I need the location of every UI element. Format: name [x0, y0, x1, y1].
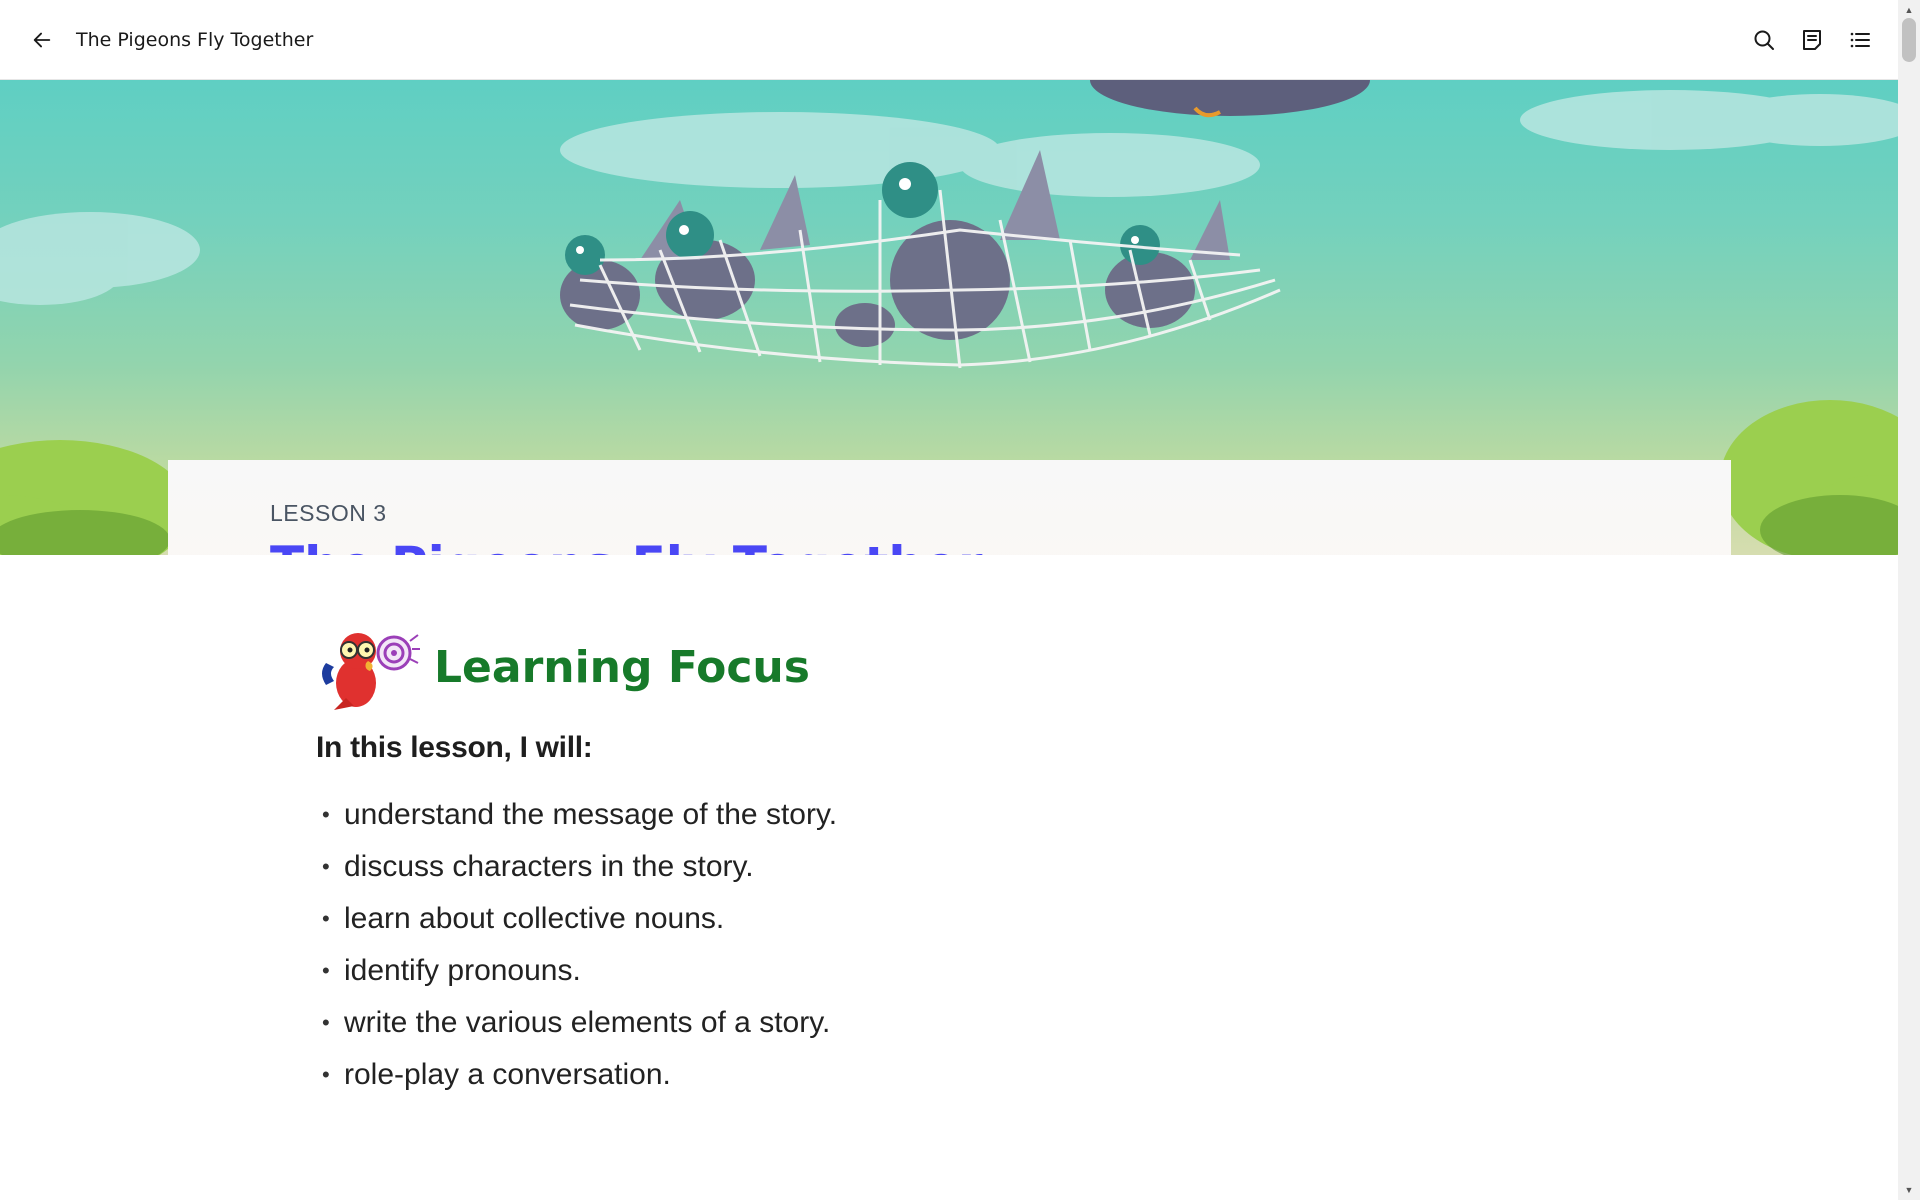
bullet-icon: •: [322, 906, 330, 931]
goal-text: identify pronouns.: [344, 954, 581, 987]
app-window: The Pigeons Fly Together ▲ ▼ LESSON 3 Le…: [0, 0, 1920, 1200]
bullet-icon: •: [322, 958, 330, 983]
search-button[interactable]: [1742, 18, 1786, 62]
learning-focus-section: Learning Focus In this lesson, I will: •…: [316, 620, 1516, 1101]
lesson-title-card: LESSON 3 The Pigeons Fly Together: [168, 460, 1731, 555]
search-icon: [1754, 30, 1774, 50]
goal-text: discuss characters in the story.: [344, 850, 754, 883]
list-item: • identify pronouns.: [316, 945, 1516, 997]
back-button[interactable]: [20, 18, 64, 62]
scroll-thumb[interactable]: [1902, 18, 1916, 62]
goal-text: role-play a conversation.: [344, 1058, 671, 1091]
list-item: • role-play a conversation.: [316, 1049, 1516, 1101]
document-title: The Pigeons Fly Together: [76, 28, 314, 51]
scroll-up-icon[interactable]: ▲: [1898, 2, 1920, 18]
notes-button[interactable]: [1790, 18, 1834, 62]
bullet-icon: •: [322, 1010, 330, 1035]
goal-text: understand the message of the story.: [344, 798, 838, 831]
learning-focus-heading: Learning Focus: [434, 642, 810, 693]
list-item: • discuss characters in the story.: [316, 841, 1516, 893]
arrow-left-icon: [33, 32, 51, 47]
goal-text: write the various elements of a story.: [344, 1006, 831, 1039]
lesson-title: The Pigeons Fly Together: [270, 536, 983, 555]
lesson-number-label: LESSON 3: [270, 500, 387, 526]
list-item: • understand the message of the story.: [316, 789, 1516, 841]
table-of-contents-icon: [1850, 32, 1870, 47]
scroll-down-icon[interactable]: ▼: [1898, 1182, 1920, 1198]
bullet-icon: •: [322, 1062, 330, 1087]
learning-goals-list: • understand the message of the story. • d…: [316, 789, 1516, 1101]
notes-icon: [1803, 29, 1821, 50]
vertical-scrollbar[interactable]: ▲ ▼: [1898, 0, 1920, 1200]
bullet-icon: •: [322, 854, 330, 879]
list-item: • learn about collective nouns.: [316, 893, 1516, 945]
learning-focus-intro: In this lesson, I will:: [316, 731, 593, 764]
goal-text: learn about collective nouns.: [344, 902, 725, 935]
table-of-contents-button[interactable]: [1838, 18, 1882, 62]
list-item: • write the various elements of a story.: [316, 997, 1516, 1049]
parrot-mascot-icon: [322, 632, 420, 710]
bullet-icon: •: [322, 802, 330, 827]
hero-banner: LESSON 3 The Pigeons Fly Together: [0, 80, 1898, 555]
toolbar-actions: [1742, 18, 1882, 62]
top-bar: The Pigeons Fly Together: [0, 0, 1898, 80]
learning-focus-header: Learning Focus: [316, 620, 1516, 715]
